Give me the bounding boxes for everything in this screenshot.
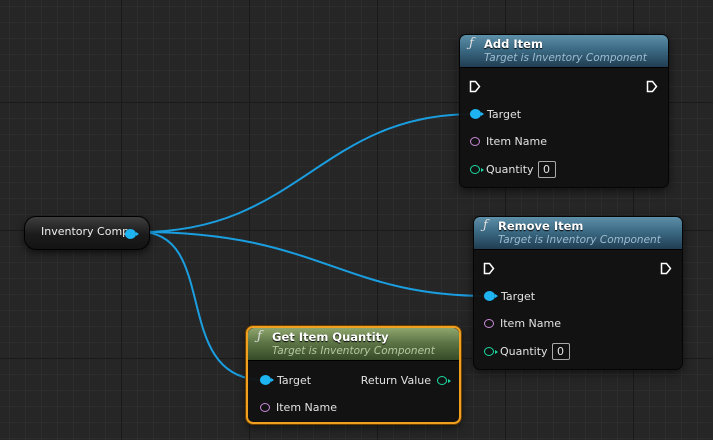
get-item-quantity-header[interactable]: ƒ Get Item Quantity Target is Inventory … — [248, 328, 459, 361]
pin-label: Target — [277, 373, 312, 387]
pin-label: Item Name — [276, 400, 337, 414]
quantity-pin-row[interactable]: Quantity 0 — [470, 160, 556, 178]
object-pin-icon[interactable] — [484, 291, 498, 301]
remove-item-header[interactable]: ƒ Remove Item Target is Inventory Compon… — [474, 217, 682, 250]
get-item-quantity-node[interactable]: ƒ Get Item Quantity Target is Inventory … — [246, 326, 461, 424]
integer-pin-icon[interactable] — [470, 164, 484, 174]
integer-pin-icon[interactable] — [437, 375, 451, 385]
node-title: Add Item — [484, 37, 543, 51]
item-name-pin-row[interactable]: Item Name — [260, 399, 337, 415]
object-pin-icon[interactable] — [470, 109, 484, 119]
name-pin-icon[interactable] — [484, 318, 494, 328]
quantity-pin-row[interactable]: Quantity 0 — [484, 342, 570, 360]
inventory-comp-variable-node[interactable]: Inventory Comp — [24, 216, 150, 250]
target-pin-row[interactable]: Target — [470, 106, 521, 122]
quantity-input[interactable]: 0 — [551, 342, 570, 360]
function-icon: ƒ — [483, 218, 488, 233]
function-icon: ƒ — [469, 36, 474, 51]
target-pin-row[interactable]: Target — [484, 288, 535, 304]
node-subtitle: Target is Inventory Component — [498, 234, 661, 246]
exec-in-icon[interactable] — [483, 262, 495, 275]
pin-label: Item Name — [486, 134, 547, 148]
pin-label: Quantity — [486, 162, 534, 176]
item-name-pin-row[interactable]: Item Name — [470, 133, 547, 149]
exec-in-icon[interactable] — [469, 80, 481, 93]
exec-out-icon[interactable] — [646, 80, 658, 93]
exec-out-icon[interactable] — [660, 262, 672, 275]
name-pin-icon[interactable] — [470, 136, 480, 146]
return-value-pin-row[interactable]: Return Value — [360, 372, 451, 388]
add-item-node[interactable]: ƒ Add Item Target is Inventory Component… — [459, 34, 669, 188]
name-pin-icon[interactable] — [260, 402, 270, 412]
pin-label: Target — [501, 289, 536, 303]
node-subtitle: Target is Inventory Component — [272, 345, 435, 357]
node-subtitle: Target is Inventory Component — [484, 52, 647, 64]
target-pin-row[interactable]: Target — [260, 372, 311, 388]
remove-item-node[interactable]: ƒ Remove Item Target is Inventory Compon… — [473, 216, 683, 370]
quantity-input[interactable]: 0 — [537, 160, 556, 178]
pin-label: Item Name — [500, 316, 561, 330]
object-output-pin-icon[interactable] — [125, 229, 139, 239]
node-title: Remove Item — [498, 219, 584, 233]
item-name-pin-row[interactable]: Item Name — [484, 315, 561, 331]
pin-label: Target — [487, 107, 522, 121]
node-title: Get Item Quantity — [272, 330, 389, 344]
function-icon: ƒ — [257, 329, 262, 344]
integer-pin-icon[interactable] — [484, 346, 498, 356]
wire-to-add-item-target[interactable] — [139, 113, 475, 233]
variable-label: Inventory Comp — [41, 225, 130, 238]
pin-label: Return Value — [360, 373, 431, 387]
add-item-header[interactable]: ƒ Add Item Target is Inventory Component — [460, 35, 668, 68]
pin-label: Quantity — [500, 344, 548, 358]
object-pin-icon[interactable] — [260, 375, 274, 385]
